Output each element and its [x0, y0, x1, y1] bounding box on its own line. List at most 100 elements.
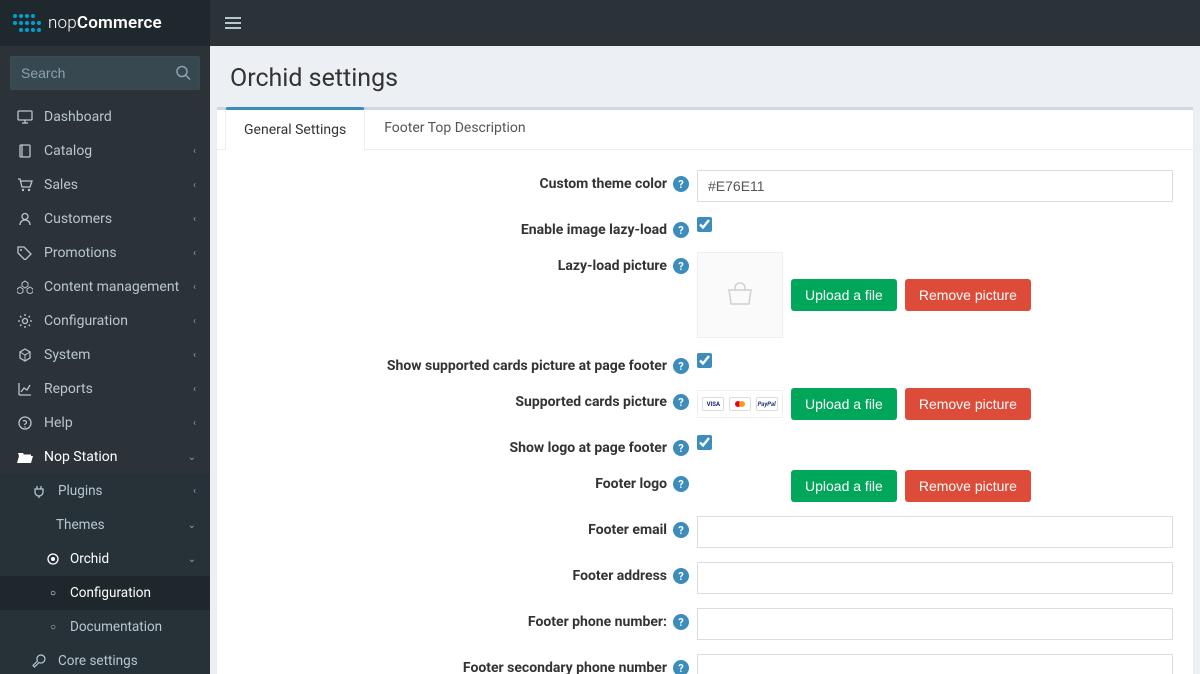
remove-lazy-picture-button[interactable]: Remove picture [905, 279, 1031, 311]
chart-icon [14, 382, 36, 396]
nav-core-settings[interactable]: Core settings [0, 644, 210, 674]
chevron-left-icon: ‹ [193, 418, 196, 429]
footer-email-input[interactable] [697, 516, 1173, 548]
nav-label: Promotions [44, 245, 193, 261]
help-icon[interactable]: ? [673, 522, 689, 538]
paypal-icon: PayPal [756, 397, 778, 411]
label-footer-phone2: Footer secondary phone number [463, 660, 667, 674]
tab-footer-top-description[interactable]: Footer Top Description [365, 107, 544, 150]
help-icon[interactable]: ? [673, 258, 689, 274]
chevron-left-icon: ‹ [193, 350, 196, 361]
circle-icon: ○ [42, 622, 64, 633]
help-icon[interactable]: ? [673, 222, 689, 238]
radio-icon [42, 553, 64, 565]
nav-catalog[interactable]: Catalog ‹ [0, 134, 210, 168]
nav-label: Dashboard [44, 109, 196, 125]
settings-panel: General Settings Footer Top Description … [217, 107, 1193, 674]
nav-content-management[interactable]: Content management ‹ [0, 270, 210, 304]
mastercard-icon [729, 397, 751, 411]
search-icon [176, 66, 191, 81]
help-icon[interactable]: ? [673, 614, 689, 630]
show-logo-checkbox[interactable] [697, 435, 712, 450]
remove-cards-button[interactable]: Remove picture [905, 388, 1031, 420]
nav-reports[interactable]: Reports ‹ [0, 372, 210, 406]
folder-open-icon [14, 451, 36, 464]
circle-icon: ○ [42, 588, 64, 599]
cart-icon [14, 178, 36, 192]
label-footer-email: Footer email [588, 522, 667, 538]
nav-label: Sales [44, 177, 193, 193]
page-title: Orchid settings [230, 64, 1180, 93]
logo-icon [12, 13, 42, 33]
nav-orchid[interactable]: Orchid ⌄ [0, 542, 210, 576]
nav-help[interactable]: Help ‹ [0, 406, 210, 440]
upload-lazy-picture-button[interactable]: Upload a file [791, 279, 897, 311]
label-lazy-picture: Lazy-load picture [558, 258, 667, 274]
lazy-load-checkbox[interactable] [697, 217, 712, 232]
chevron-left-icon: ‹ [193, 248, 196, 259]
remove-logo-button[interactable]: Remove picture [905, 470, 1031, 502]
label-show-cards: Show supported cards picture at page foo… [387, 358, 667, 374]
chevron-left-icon: ‹ [193, 180, 196, 191]
help-icon[interactable]: ? [673, 568, 689, 584]
nav-label: Customers [44, 211, 193, 227]
gear-icon [14, 313, 36, 329]
footer-address-input[interactable] [697, 562, 1173, 594]
nav-label: Plugins [58, 483, 193, 499]
content-area: Orchid settings General Settings Footer … [210, 46, 1200, 674]
wrench-icon [28, 654, 50, 668]
nav-label: Configuration [44, 313, 193, 329]
nav-label: Configuration [70, 585, 196, 601]
help-icon[interactable]: ? [673, 440, 689, 456]
custom-color-input[interactable] [697, 170, 1173, 202]
chevron-left-icon: ‹ [193, 384, 196, 395]
nav-plugins[interactable]: Plugins ‹ [0, 474, 210, 508]
chevron-down-icon: ⌄ [188, 452, 196, 463]
chevron-down-icon: ⌄ [188, 520, 196, 531]
topbar: nopCommerce [0, 0, 1200, 46]
help-icon[interactable]: ? [673, 660, 689, 674]
nav-customers[interactable]: Customers ‹ [0, 202, 210, 236]
help-icon[interactable]: ? [673, 476, 689, 492]
sidebar: Dashboard Catalog ‹ Sales ‹ Customers ‹ … [0, 46, 210, 674]
help-icon[interactable]: ? [673, 176, 689, 192]
nav-dashboard[interactable]: Dashboard [0, 100, 210, 134]
nav-label: Core settings [58, 653, 196, 669]
search-input-wrap[interactable] [10, 56, 200, 90]
footer-phone-input[interactable] [697, 608, 1173, 640]
nav-orchid-configuration[interactable]: ○ Configuration [0, 576, 210, 610]
chevron-left-icon: ‹ [193, 316, 196, 327]
brand-text: nopCommerce [48, 13, 162, 33]
upload-cards-button[interactable]: Upload a file [791, 388, 897, 420]
nav-nop-station[interactable]: Nop Station ⌄ [0, 440, 210, 474]
nav-label: System [44, 347, 193, 363]
brand-logo[interactable]: nopCommerce [0, 0, 210, 46]
question-icon [14, 416, 36, 430]
show-cards-checkbox[interactable] [697, 353, 712, 368]
nav-orchid-documentation[interactable]: ○ Documentation [0, 610, 210, 644]
chevron-down-icon: ⌄ [188, 554, 196, 565]
label-footer-address: Footer address [573, 568, 667, 584]
tags-icon [14, 246, 36, 260]
menu-toggle-button[interactable] [210, 0, 256, 46]
nav-label: Nop Station [44, 449, 188, 465]
lazy-picture-preview [697, 252, 783, 338]
cube-icon [14, 348, 36, 362]
label-cards-picture: Supported cards picture [515, 394, 667, 410]
footer-phone2-input[interactable] [697, 654, 1173, 674]
nav-label: Themes [56, 517, 188, 533]
nav-label: Help [44, 415, 193, 431]
help-icon[interactable]: ? [673, 358, 689, 374]
tab-general-settings[interactable]: General Settings [225, 107, 365, 150]
chevron-left-icon: ‹ [193, 486, 196, 497]
nav-label: Reports [44, 381, 193, 397]
plug-icon [28, 484, 50, 498]
nav-system[interactable]: System ‹ [0, 338, 210, 372]
search-input[interactable] [11, 57, 199, 89]
nav-promotions[interactable]: Promotions ‹ [0, 236, 210, 270]
upload-logo-button[interactable]: Upload a file [791, 470, 897, 502]
nav-sales[interactable]: Sales ‹ [0, 168, 210, 202]
nav-themes[interactable]: Themes ⌄ [0, 508, 210, 542]
nav-configuration[interactable]: Configuration ‹ [0, 304, 210, 338]
help-icon[interactable]: ? [673, 394, 689, 410]
